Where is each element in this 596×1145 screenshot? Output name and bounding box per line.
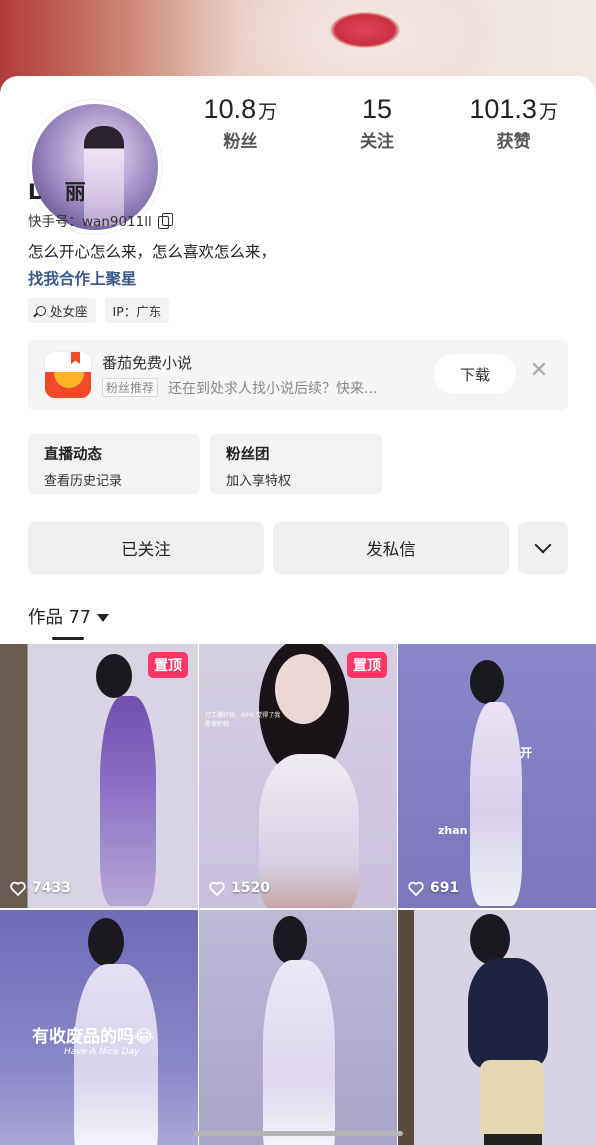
profile-actions: 已关注 发私信 [28, 522, 568, 574]
cover-lips [330, 12, 400, 48]
tile-caption: 打工赚好钱，60% 觉得了我是保护我 [205, 712, 281, 728]
tomato-slice-icon [54, 372, 84, 388]
tile-figure [263, 960, 335, 1145]
profile-name: L 丽 [28, 180, 94, 204]
fan-club-entry[interactable]: 粉丝团 加入享特权 [210, 434, 382, 494]
stat-following[interactable]: 15 关注 [309, 94, 446, 152]
feature-entries: 直播动态 查看历史记录 粉丝团 加入享特权 [28, 434, 382, 494]
chevron-down-icon [534, 536, 552, 554]
caret-down-icon [96, 613, 109, 622]
tile-figure-head [470, 660, 504, 704]
stat-following-value: 15 [361, 94, 393, 124]
tile-figure [259, 754, 359, 908]
stat-likes-value: 101.3 [469, 94, 537, 124]
copy-icon[interactable] [157, 212, 173, 229]
heart-icon [209, 881, 225, 896]
ad-app-name: 番茄免费小说 [102, 354, 193, 372]
tag-ip-location: IP：广东 [104, 298, 170, 323]
tile-caption-small: zhan [438, 824, 468, 837]
stat-followers[interactable]: 10.8 万 粉丝 [172, 94, 309, 152]
live-history-title: 直播动态 [44, 447, 102, 463]
tomato-novel-app-icon [44, 351, 92, 399]
fan-club-sub: 加入享特权 [226, 474, 292, 489]
collab-link[interactable]: 找我合作上聚星 [28, 267, 137, 289]
more-button[interactable] [518, 522, 568, 574]
live-history-entry[interactable]: 直播动态 查看历史记录 [28, 434, 200, 494]
live-history-sub: 查看历史记录 [44, 474, 123, 489]
video-tile[interactable]: 置顶 7433 [0, 644, 198, 908]
tile-figure-head [273, 916, 307, 964]
download-button[interactable]: 下载 [434, 354, 516, 394]
tag-ip-label: IP：广东 [112, 304, 162, 319]
heart-icon [10, 881, 26, 896]
ad-description: 还在到处求人找小说后续？快来... [168, 381, 378, 397]
like-count: 7433 [10, 880, 71, 896]
tag-zodiac-label: 处女座 [50, 304, 88, 319]
stat-followers-label: 粉丝 [223, 132, 258, 152]
female-icon [36, 305, 46, 316]
profile-tags: 处女座 IP：广东 [28, 298, 170, 323]
bookmark-icon [71, 352, 80, 364]
profile-bio: 怎么开心怎么来，怎么喜欢怎么来， [28, 243, 277, 261]
tile-caption-sub: Have A Nice Day [64, 1047, 140, 1057]
tag-zodiac: 处女座 [28, 298, 96, 323]
tile-caption: 开 [520, 746, 533, 760]
like-count-value: 7433 [32, 880, 71, 896]
home-indicator[interactable] [193, 1131, 403, 1136]
stat-followers-unit: 万 [258, 102, 278, 123]
tile-figure-head [88, 918, 124, 966]
ad-badge: 粉丝推荐 [102, 378, 159, 397]
kuaishou-id-row: 快手号：wan9011ll [28, 210, 173, 230]
like-count: 691 [408, 880, 459, 896]
following-button[interactable]: 已关注 [28, 522, 264, 574]
profile-stats: 10.8 万 粉丝 15 关注 101.3 万 获赞 [172, 94, 582, 152]
tile-figure-head [96, 654, 132, 698]
tile-figure-head [470, 914, 510, 964]
video-tile[interactable] [199, 910, 397, 1145]
tile-figure [470, 702, 522, 906]
tile-figure-legs [484, 1134, 542, 1145]
works-grid: 置顶 7433 打工赚好钱，60% 觉得了我是保护我 置顶 1520 开 zha… [0, 644, 596, 1145]
tile-caption: 有收废品的吗😂 [32, 1027, 154, 1047]
tile-figure-skirt [480, 1060, 544, 1140]
video-tile[interactable] [398, 910, 596, 1145]
tile-figure [100, 696, 156, 906]
stat-likes[interactable]: 101.3 万 获赞 [445, 94, 582, 152]
heart-icon [408, 881, 424, 896]
video-tile[interactable]: 打工赚好钱，60% 觉得了我是保护我 置顶 1520 [199, 644, 397, 908]
tile-figure-top [468, 958, 548, 1068]
works-tab-label: 作品 77 [28, 608, 91, 628]
close-icon[interactable]: ✕ [528, 360, 550, 382]
like-count-value: 691 [430, 880, 460, 896]
works-tab[interactable]: 作品 77 [28, 604, 109, 629]
ad-banner[interactable]: 番茄免费小说 粉丝推荐 还在到处求人找小说后续？快来... 下载 ✕ [28, 340, 568, 410]
kuaishou-id: 快手号：wan9011ll [28, 214, 152, 230]
pinned-badge: 置顶 [347, 652, 387, 678]
stat-followers-value: 10.8 [203, 94, 257, 124]
pinned-badge: 置顶 [148, 652, 188, 678]
like-count-value: 1520 [231, 880, 270, 896]
works-tab-indicator [52, 637, 84, 640]
stat-likes-label: 获赞 [496, 132, 531, 152]
message-button[interactable]: 发私信 [273, 522, 509, 574]
stat-following-label: 关注 [360, 132, 394, 152]
video-tile[interactable]: 有收废品的吗😂 Have A Nice Day [0, 910, 198, 1145]
like-count: 1520 [209, 880, 270, 896]
fan-club-title: 粉丝团 [226, 447, 270, 463]
video-tile[interactable]: 开 zhan 691 [398, 644, 596, 908]
stat-likes-unit: 万 [538, 102, 558, 123]
